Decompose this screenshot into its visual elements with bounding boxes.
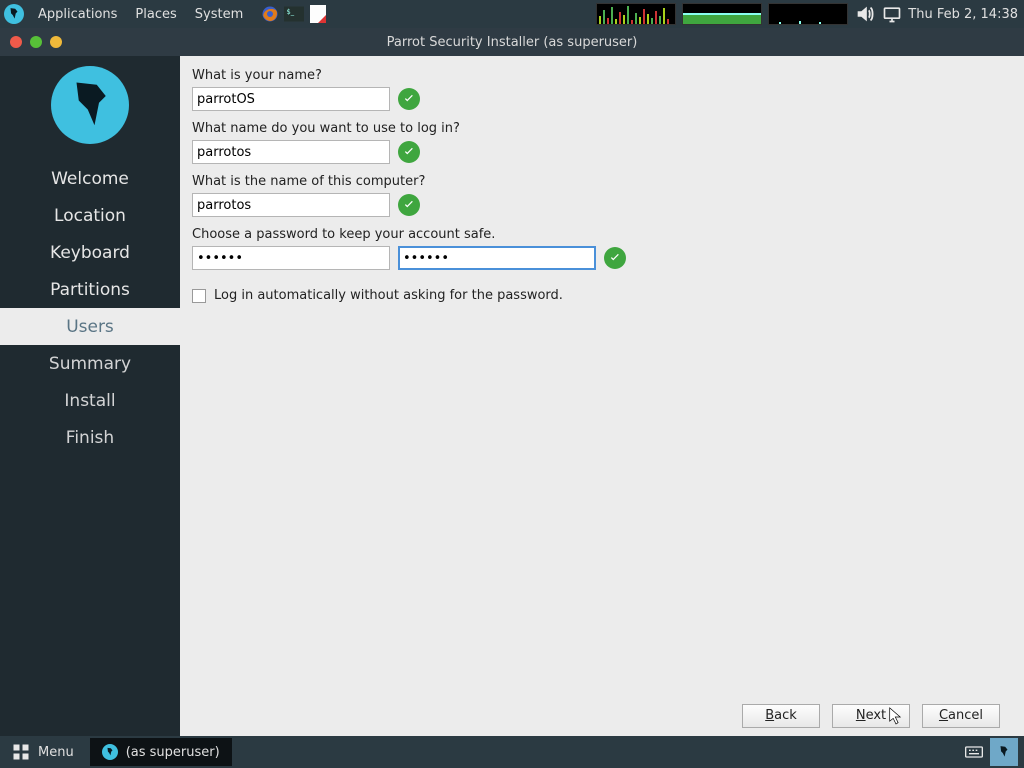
- back-button[interactable]: Back: [742, 704, 820, 728]
- keyboard-layout-icon[interactable]: [960, 738, 988, 766]
- panel-launchers: $_: [259, 3, 329, 25]
- password-input[interactable]: [192, 246, 390, 270]
- autologin-checkbox[interactable]: [192, 289, 206, 303]
- note-icon[interactable]: [307, 3, 329, 25]
- minimize-icon[interactable]: [30, 36, 42, 48]
- sidebar-step-location[interactable]: Location: [0, 197, 180, 234]
- menu-grid-icon: [12, 743, 30, 761]
- tray-parrot-icon[interactable]: [990, 738, 1018, 766]
- check-circle-icon: [398, 194, 420, 216]
- sidebar-step-users[interactable]: Users: [0, 308, 180, 345]
- panel-menu-applications[interactable]: Applications: [30, 0, 125, 28]
- close-icon[interactable]: [10, 36, 22, 48]
- next-button[interactable]: Next: [832, 704, 910, 728]
- parrot-small-icon: [102, 744, 118, 760]
- bottom-tray: [960, 738, 1024, 766]
- volume-icon[interactable]: [854, 3, 876, 25]
- bottom-menu-button[interactable]: Menu: [0, 736, 86, 768]
- cancel-button[interactable]: Cancel: [922, 704, 1000, 728]
- parrot-logo-icon[interactable]: [4, 4, 24, 24]
- host-label: What is the name of this computer?: [192, 174, 1010, 189]
- panel-clock[interactable]: Thu Feb 2, 14:38: [908, 7, 1018, 22]
- svg-text:$_: $_: [287, 8, 295, 16]
- autologin-row: Log in automatically without asking for …: [192, 288, 1010, 303]
- mem-monitor-icon: [682, 3, 762, 25]
- sidebar-step-install[interactable]: Install: [0, 382, 180, 419]
- field-block-login: What name do you want to use to log in?: [192, 121, 1010, 164]
- display-icon[interactable]: [882, 4, 902, 24]
- bottom-menu-label: Menu: [38, 745, 74, 760]
- host-input[interactable]: [192, 193, 390, 217]
- sidebar-step-partitions[interactable]: Partitions: [0, 271, 180, 308]
- panel-menu-places[interactable]: Places: [127, 0, 184, 28]
- sidebar-step-finish[interactable]: Finish: [0, 419, 180, 456]
- panel-left: Applications Places System $_: [0, 0, 329, 28]
- check-circle-icon: [398, 141, 420, 163]
- window-title: Parrot Security Installer (as superuser): [0, 35, 1024, 50]
- installer-footer: Back Next Cancel: [192, 694, 1010, 736]
- firefox-icon[interactable]: [259, 3, 281, 25]
- sidebar-step-keyboard[interactable]: Keyboard: [0, 234, 180, 271]
- panel-menu-system[interactable]: System: [187, 0, 251, 28]
- cpu-monitor-icon: [596, 3, 676, 25]
- window-body: Welcome Location Keyboard Partitions Use…: [0, 56, 1024, 736]
- os-bottom-panel: Menu (as superuser): [0, 736, 1024, 768]
- installer-sidebar: Welcome Location Keyboard Partitions Use…: [0, 56, 180, 736]
- name-input[interactable]: [192, 87, 390, 111]
- password-label: Choose a password to keep your account s…: [192, 227, 1010, 242]
- net-monitor-icon: [768, 3, 848, 25]
- parrot-logo-large-icon: [51, 66, 129, 144]
- window-controls: [0, 36, 62, 48]
- window-titlebar: Parrot Security Installer (as superuser): [0, 28, 1024, 56]
- taskbar-item-installer[interactable]: (as superuser): [90, 738, 232, 766]
- login-input[interactable]: [192, 140, 390, 164]
- sidebar-step-welcome[interactable]: Welcome: [0, 160, 180, 197]
- sidebar-step-summary[interactable]: Summary: [0, 345, 180, 382]
- password-confirm-input[interactable]: [398, 246, 596, 270]
- check-circle-icon: [604, 247, 626, 269]
- users-form: What is your name? What name do you want…: [180, 56, 1024, 736]
- terminal-icon[interactable]: $_: [283, 3, 305, 25]
- installer-window: Parrot Security Installer (as superuser)…: [0, 28, 1024, 736]
- login-label: What name do you want to use to log in?: [192, 121, 1010, 136]
- name-label: What is your name?: [192, 68, 1010, 83]
- autologin-label: Log in automatically without asking for …: [214, 288, 563, 303]
- cursor-icon: [889, 707, 903, 727]
- system-monitor[interactable]: [596, 3, 848, 25]
- taskbar-item-label: (as superuser): [126, 745, 220, 760]
- os-top-panel: Applications Places System $_: [0, 0, 1024, 28]
- maximize-icon[interactable]: [50, 36, 62, 48]
- check-circle-icon: [398, 88, 420, 110]
- field-block-host: What is the name of this computer?: [192, 174, 1010, 217]
- panel-right: Thu Feb 2, 14:38: [596, 3, 1024, 25]
- field-block-name: What is your name?: [192, 68, 1010, 111]
- field-block-password: Choose a password to keep your account s…: [192, 227, 1010, 270]
